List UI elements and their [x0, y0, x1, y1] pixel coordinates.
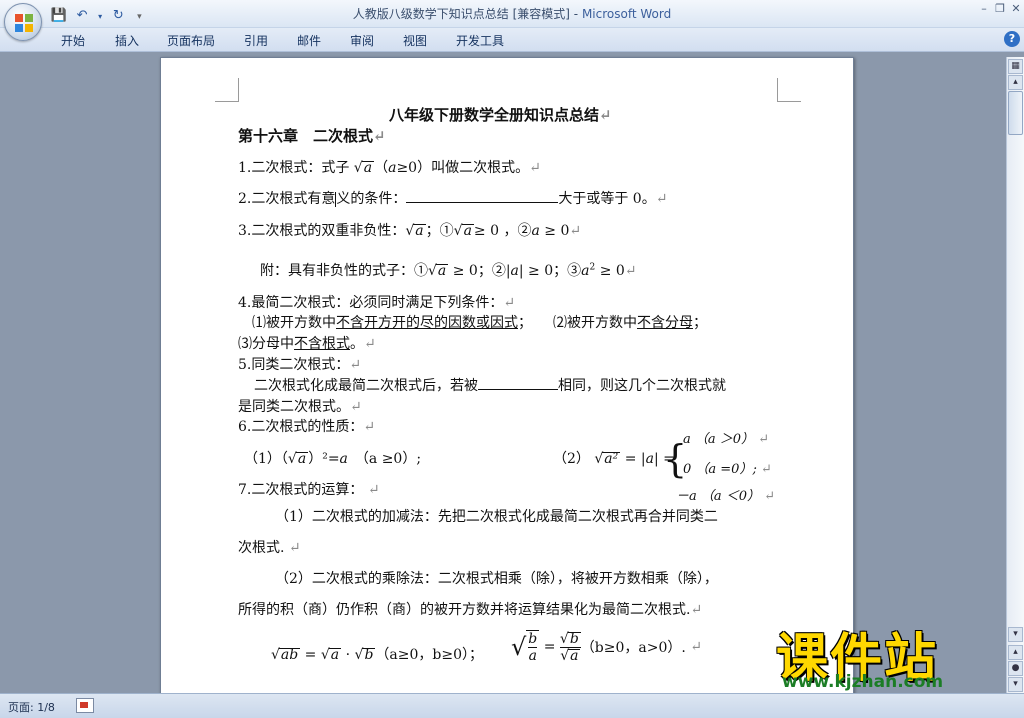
tab-developer[interactable]: 开发工具 — [456, 32, 504, 49]
macro-record-icon[interactable] — [76, 698, 94, 713]
doc-line-15: 次根式. ↵ — [238, 540, 301, 556]
doc-line-16: （2）二次根式的乘除法：二次根式相乘（除），将被开方数相乘（除）， — [275, 571, 718, 587]
restore-icon[interactable]: ❐ — [992, 2, 1008, 16]
chapter-heading: 第十六章 二次根式↵ — [238, 127, 386, 145]
tab-view[interactable]: 视图 — [403, 32, 427, 49]
fill-blank-2 — [478, 378, 558, 390]
doc-line-9: 二次根式化成最简二次根式后，若被 相同，则这几个二次根式就 — [254, 378, 726, 394]
close-icon[interactable]: ✕ — [1008, 2, 1024, 16]
browse-object-icon[interactable]: ● — [1008, 661, 1023, 676]
doc-line-2: 2.二次根式有意义的条件： 大于或等于 0。↵ — [238, 191, 668, 207]
scroll-thumb[interactable] — [1008, 91, 1023, 135]
tab-home[interactable]: 开始 — [61, 32, 85, 49]
ruler-toggle-icon[interactable]: ▦ — [1008, 59, 1023, 74]
fill-blank — [406, 191, 559, 203]
scroll-up-icon[interactable]: ▴ — [1008, 75, 1023, 90]
quotient-formula: √ b a = √b √a （b≥0，a>0）. ↵ — [511, 630, 703, 664]
doc-line-3: 3.二次根式的双重非负性：√a ；①√a ≥ 0 ，②a ≥ 0↵ — [238, 223, 582, 239]
document-title: 八年级下册数学全册知识点总结↵ — [389, 106, 612, 124]
case-negative: －a （a ＜0） ↵ — [676, 489, 776, 504]
doc-line-8: 5.同类二次根式：↵ — [238, 357, 362, 373]
minimize-icon[interactable]: – — [976, 2, 992, 16]
help-icon[interactable]: ? — [1004, 31, 1020, 47]
case-positive: a （a ＞0） ↵ — [683, 432, 770, 447]
watermark-url: www.kjzhan.com — [782, 672, 944, 692]
office-logo-icon — [15, 14, 33, 32]
vertical-scrollbar[interactable]: ▦ ▴ ▾ ▴ ● ▾ — [1006, 57, 1024, 693]
operation-formula: √ab = √a · √b （a≥0，b≥0）； — [271, 647, 483, 663]
tab-insert[interactable]: 插入 — [115, 32, 139, 49]
doc-line-11: 6.二次根式的性质：↵ — [238, 419, 376, 435]
case-zero: 0 （a =0）; ↵ — [683, 462, 772, 477]
document-page[interactable]: 八年级下册数学全册知识点总结↵ 第十六章 二次根式↵ 1.二次根式：式子 √a （… — [160, 57, 854, 697]
ribbon-tabs: 开始 插入 页面布局 引用 邮件 审阅 视图 开发工具 ? — [0, 28, 1024, 52]
doc-line-4: 附：具有非负性的式子：①√a ≥ 0；②|a| ≥ 0；③a2 ≥ 0↵ — [260, 262, 637, 279]
previous-page-icon[interactable]: ▴ — [1008, 645, 1023, 660]
doc-line-14: （1）二次根式的加减法：先把二次根式化成最简二次根式再合并同类二 — [275, 509, 718, 525]
status-bar: 页面: 1/8 — [0, 693, 1024, 718]
page-count[interactable]: 页面: 1/8 — [8, 699, 55, 715]
office-button[interactable] — [4, 3, 42, 41]
property-1: （1）（√a ）²=a （a ≥0）; — [244, 451, 422, 467]
property-2: （2） √a² = |a| = — [553, 451, 675, 467]
window-title: 人教版八级数学下知识点总结 [兼容模式] - Microsoft Word — [352, 7, 672, 21]
doc-line-1: 1.二次根式：式子 √a （a≥0）叫做二次根式。↵ — [238, 160, 541, 176]
title-bar: 💾 ↶ ▾ ↻ ▾ 人教版八级数学下知识点总结 [兼容模式] - Microso… — [0, 0, 1024, 28]
doc-line-13: 7.二次根式的运算： ↵ — [238, 482, 380, 498]
doc-line-7: ⑶分母中不含根式。↵ — [238, 336, 376, 352]
watermark: 课件站 www.kjzhan.com — [776, 616, 1008, 692]
tab-references[interactable]: 引用 — [244, 32, 268, 49]
margin-corner-left — [215, 78, 239, 102]
tab-page-layout[interactable]: 页面布局 — [167, 32, 215, 49]
margin-corner-right — [777, 78, 801, 102]
next-page-icon[interactable]: ▾ — [1008, 677, 1023, 692]
tab-review[interactable]: 审阅 — [350, 32, 374, 49]
doc-line-10: 是同类二次根式。↵ — [238, 399, 362, 415]
tab-mailings[interactable]: 邮件 — [297, 32, 321, 49]
doc-line-6: ⑴被开方数中不含开方开的尽的因数或因式； ⑵被开方数中不含分母； — [252, 315, 707, 331]
doc-line-5: 4.最简二次根式：必须同时满足下列条件：↵ — [238, 295, 516, 311]
doc-line-17: 所得的积（商）仍作积（商）的被开方数并将运算结果化为最简二次根式.↵ — [238, 602, 703, 618]
scroll-down-icon[interactable]: ▾ — [1008, 627, 1023, 642]
